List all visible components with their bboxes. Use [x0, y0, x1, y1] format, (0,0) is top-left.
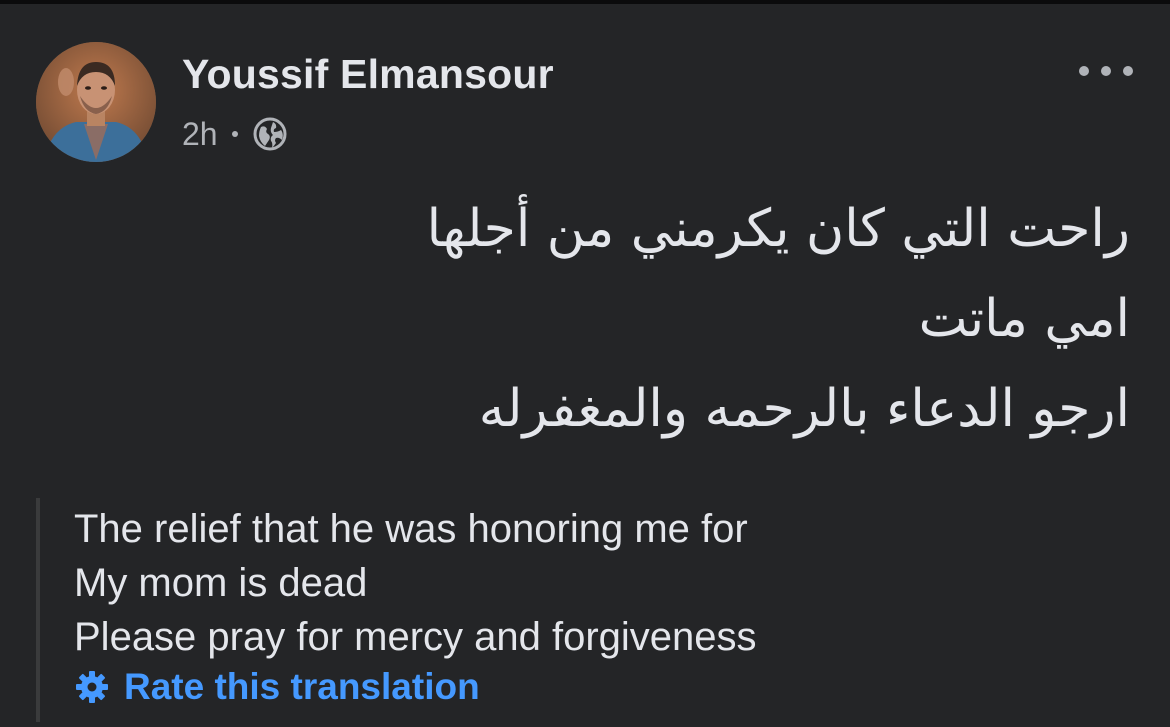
avatar[interactable] — [36, 42, 156, 162]
rate-translation-label: Rate this translation — [124, 666, 480, 707]
post-body: راحت التي كان يكرمني من أجلها امي ماتت ا… — [130, 184, 1130, 454]
separator-dot — [231, 131, 238, 137]
more-options-icon-dot — [1123, 66, 1133, 76]
post-body-line: راحت التي كان يكرمني من أجلها — [426, 199, 1130, 259]
translation-line: The relief that he was honoring me for — [74, 507, 748, 551]
profile-photo — [36, 42, 156, 162]
translation-line: My mom is dead — [74, 561, 368, 605]
post-body-line: امي ماتت — [918, 289, 1130, 349]
more-options-button[interactable] — [1076, 54, 1136, 88]
globe-icon[interactable] — [252, 116, 288, 152]
more-options-icon-dot — [1079, 66, 1089, 76]
gear-icon — [76, 671, 108, 703]
post-body-line: ارجو الدعاء بالرحمه والمغفرله — [478, 379, 1130, 439]
more-options-icon-dot — [1101, 66, 1111, 76]
translation-line: Please pray for mercy and forgiveness — [74, 615, 757, 659]
rate-translation-link[interactable]: Rate this translation — [74, 666, 480, 708]
translation-text: The relief that he was honoring me for M… — [74, 502, 757, 664]
post-card: Youssif Elmansour 2h راحت التي كان يكرمن… — [0, 4, 1170, 727]
author-name[interactable]: Youssif Elmansour — [182, 51, 554, 98]
post-timestamp[interactable]: 2h — [182, 116, 218, 153]
post-meta: 2h — [182, 114, 288, 154]
translation-block: The relief that he was honoring me for M… — [36, 498, 940, 722]
